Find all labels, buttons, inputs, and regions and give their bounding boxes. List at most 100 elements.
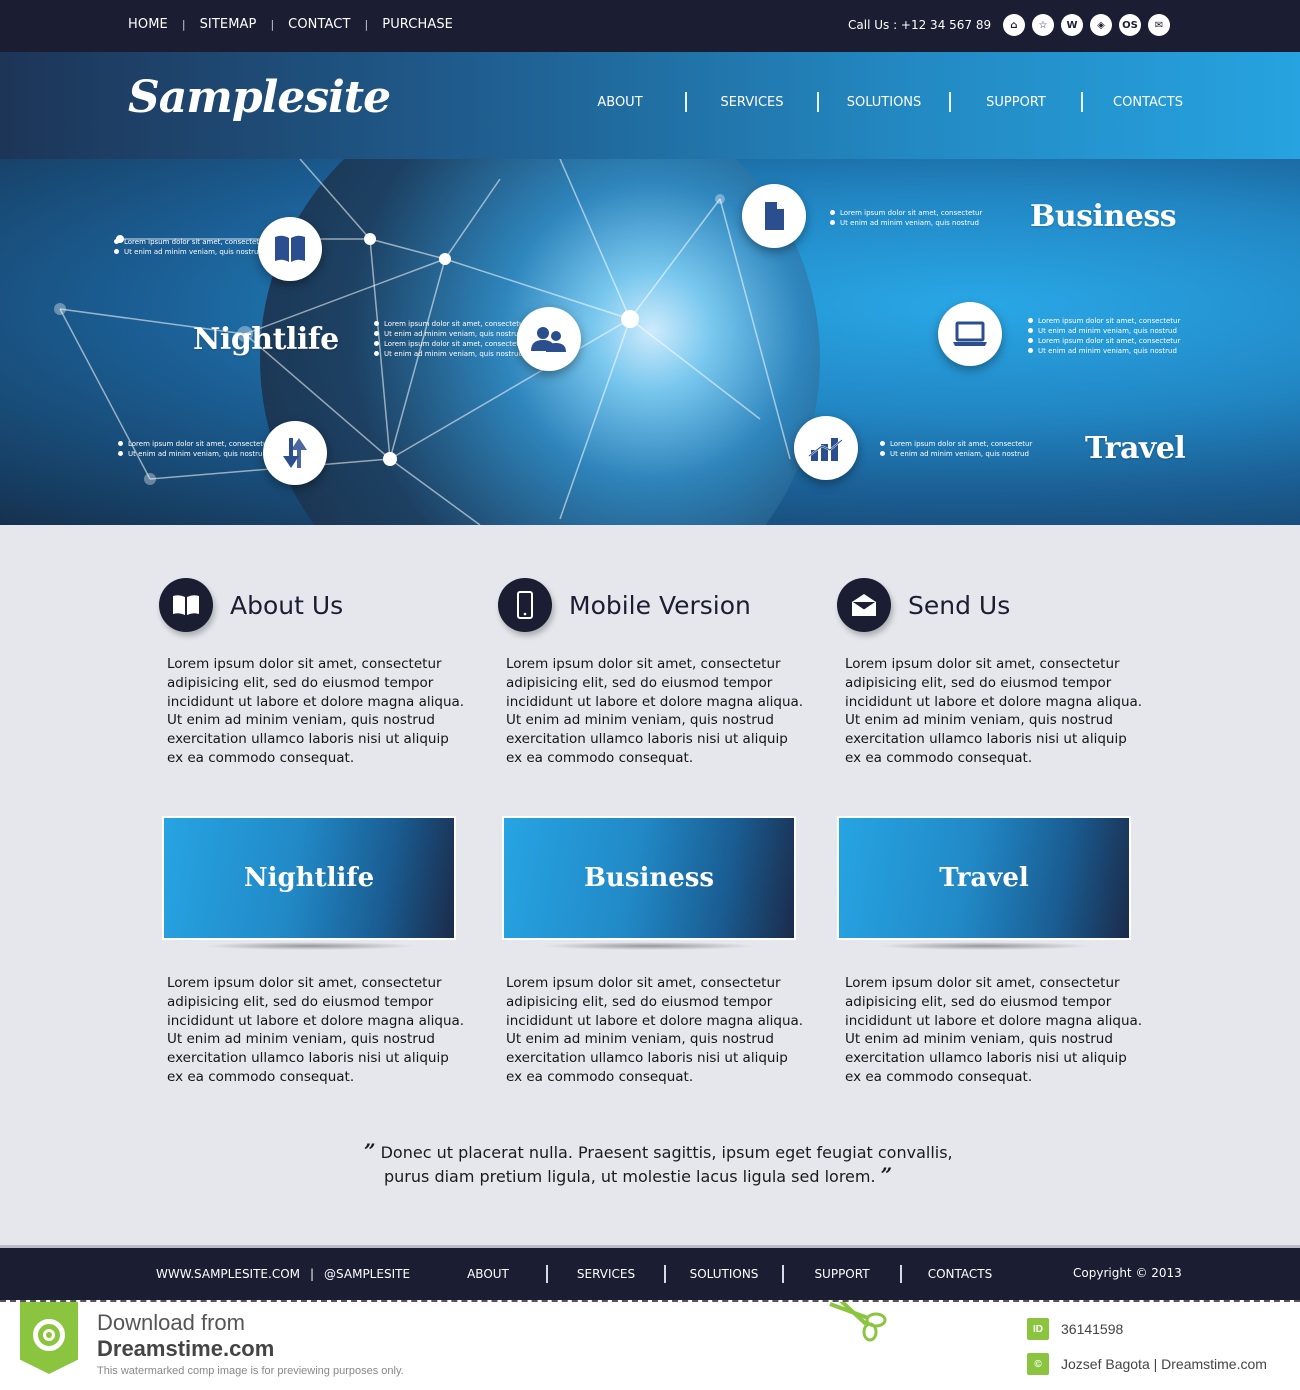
close-quote-mark: ” [880, 1163, 893, 1187]
banner-nightlife[interactable]: Nightlife [162, 816, 456, 950]
top-nav-sitemap[interactable]: SITEMAP [200, 17, 257, 32]
feature-title: Mobile Version [569, 590, 751, 620]
bullet-text: Ut enim ad minim veniam, quis nostrud [1028, 326, 1180, 336]
laptop-icon [953, 321, 987, 346]
divider [817, 92, 819, 112]
hero-bullets-4: Lorem ipsum dolor sit amet, consectetur … [830, 208, 982, 228]
feature-icon-button[interactable] [837, 578, 891, 632]
feature-text: Lorem ipsum dolor sit amet, consectetur … [506, 656, 804, 766]
divider: | [270, 18, 275, 31]
bullet-text: Lorem ipsum dolor sit amet, consectetur [374, 339, 526, 349]
site-header: Samplesite ABOUT SERVICES SOLUTIONS SUPP… [0, 52, 1300, 159]
main-nav-about[interactable]: ABOUT [560, 95, 680, 110]
divider [1081, 92, 1083, 112]
copyright-badge-icon: © [1027, 1353, 1049, 1375]
banner-title: Nightlife [243, 863, 375, 893]
main-nav: ABOUT SERVICES SOLUTIONS SUPPORT CONTACT… [560, 92, 1208, 112]
os-icon[interactable]: OS [1119, 14, 1141, 36]
footer-nav-contacts[interactable]: CONTACTS [902, 1267, 1018, 1281]
hero-bullets-5: Lorem ipsum dolor sit amet, consectetur … [1028, 316, 1180, 356]
divider: | [364, 18, 369, 31]
bullet-text: Lorem ipsum dolor sit amet, consectetur [1028, 316, 1180, 326]
download-from-text: Download from [97, 1310, 245, 1335]
footer-nav-services[interactable]: SERVICES [548, 1267, 664, 1281]
call-us-text: Call Us : +12 34 567 89 [848, 18, 992, 32]
footer-nav-about[interactable]: ABOUT [430, 1267, 546, 1281]
divider [685, 92, 687, 112]
feature-mobile-version: Mobile Version Lorem ipsum dolor sit ame… [498, 577, 803, 768]
top-bar: HOME | SITEMAP | CONTACT | PURCHASE Call… [0, 0, 1300, 52]
credit-row: © Jozsef Bagota | Dreamstime.com [1027, 1353, 1267, 1375]
hero-document-button[interactable] [742, 184, 806, 248]
quote-line-1: Donec ut placerat nulla. Praesent sagitt… [380, 1143, 953, 1162]
watermark-strip: Download from Dreamstime.com This waterm… [0, 1300, 1300, 1390]
banner-travel[interactable]: Travel [837, 816, 1131, 950]
transfer-icon [283, 438, 307, 468]
bullet-text: Ut enim ad minim veniam, quis nostrud [1028, 346, 1180, 356]
feature-text: Lorem ipsum dolor sit amet, consectetur … [845, 656, 1143, 766]
users-icon [531, 327, 566, 352]
site-logo[interactable]: Samplesite [128, 72, 391, 123]
main-nav-solutions[interactable]: SOLUTIONS [824, 95, 944, 110]
mobile-icon [517, 591, 533, 619]
scissors-icon [829, 1302, 887, 1342]
footer-nav-solutions[interactable]: SOLUTIONS [666, 1267, 782, 1281]
top-nav-purchase[interactable]: PURCHASE [382, 17, 453, 32]
banner-shadow [877, 942, 1091, 950]
footer-handle-link[interactable]: @SAMPLESITE [324, 1267, 410, 1281]
mail-icon[interactable]: ✉ [1148, 14, 1170, 36]
feature-send-us: Send Us Lorem ipsum dolor sit amet, cons… [837, 577, 1142, 768]
hero-laptop-button[interactable] [938, 302, 1002, 366]
hero-book-button[interactable] [258, 217, 322, 281]
bullet-text: Ut enim ad minim veniam, quis nostrud [880, 449, 1032, 459]
image-id-row: ID 36141598 [1027, 1318, 1123, 1340]
feature-icon-button[interactable] [498, 578, 552, 632]
hero-chart-button[interactable] [794, 416, 858, 480]
home-icon[interactable]: ⌂ [1003, 14, 1025, 36]
top-nav-home[interactable]: HOME [128, 17, 168, 32]
open-quote-mark: ” [364, 1139, 376, 1163]
w-icon[interactable]: W [1061, 14, 1083, 36]
compass-icon[interactable]: ◈ [1090, 14, 1112, 36]
hero-title-business: Business [1030, 199, 1177, 234]
divider [949, 92, 951, 112]
copyright-text: Copyright © 2013 [1073, 1266, 1182, 1280]
banner-title: Travel [939, 863, 1029, 893]
star-icon[interactable]: ☆ [1032, 14, 1054, 36]
footer-website-link[interactable]: WWW.SAMPLESITE.COM [156, 1267, 300, 1281]
banner-business[interactable]: Business [502, 816, 796, 950]
top-nav-contact[interactable]: CONTACT [288, 17, 350, 32]
top-nav: HOME | SITEMAP | CONTACT | PURCHASE [128, 17, 453, 32]
bullet-text: Lorem ipsum dolor sit amet, consectetur [114, 237, 266, 247]
footer-nav: ABOUT SERVICES SOLUTIONS SUPPORT CONTACT… [430, 1265, 1018, 1283]
bullet-text: Ut enim ad minim veniam, quis nostrud [118, 449, 270, 459]
envelope-icon [851, 594, 877, 616]
document-icon [765, 202, 784, 230]
feature-icon-button[interactable] [159, 578, 213, 632]
hero-title-nightlife: Nightlife [193, 322, 339, 357]
footer-nav-support[interactable]: SUPPORT [784, 1267, 900, 1281]
main-nav-support[interactable]: SUPPORT [956, 95, 1076, 110]
main-nav-services[interactable]: SERVICES [692, 95, 812, 110]
feature-text: Lorem ipsum dolor sit amet, consectetur … [167, 656, 465, 766]
hero-users-button[interactable] [517, 307, 581, 371]
bullet-text: Ut enim ad minim veniam, quis nostrud [114, 247, 266, 257]
banner-title: Business [583, 863, 715, 893]
feature-title: About Us [230, 590, 344, 620]
footer-contact: WWW.SAMPLESITE.COM | @SAMPLESITE [156, 1267, 410, 1281]
hero-transfer-button[interactable] [263, 421, 327, 485]
banner-shadow [202, 942, 416, 950]
book-icon [275, 235, 305, 262]
hero-bullets-6: Lorem ipsum dolor sit amet, consectetur … [880, 439, 1032, 459]
hero-bullets-3: Lorem ipsum dolor sit amet, consectetur … [118, 439, 270, 459]
dreamstime-link[interactable]: Dreamstime.com [97, 1336, 274, 1362]
image-id: 36141598 [1061, 1321, 1124, 1337]
nightlife-text: Lorem ipsum dolor sit amet, consectetur … [167, 975, 465, 1085]
divider: | [310, 1267, 315, 1281]
bullet-text: Lorem ipsum dolor sit amet, consectetur [374, 319, 526, 329]
bullet-text: Lorem ipsum dolor sit amet, consectetur [880, 439, 1032, 449]
id-badge-icon: ID [1027, 1318, 1049, 1340]
main-nav-contacts[interactable]: CONTACTS [1088, 95, 1208, 110]
book-icon [173, 595, 199, 615]
hero-bullets-1: Lorem ipsum dolor sit amet, consectetur … [114, 237, 266, 257]
